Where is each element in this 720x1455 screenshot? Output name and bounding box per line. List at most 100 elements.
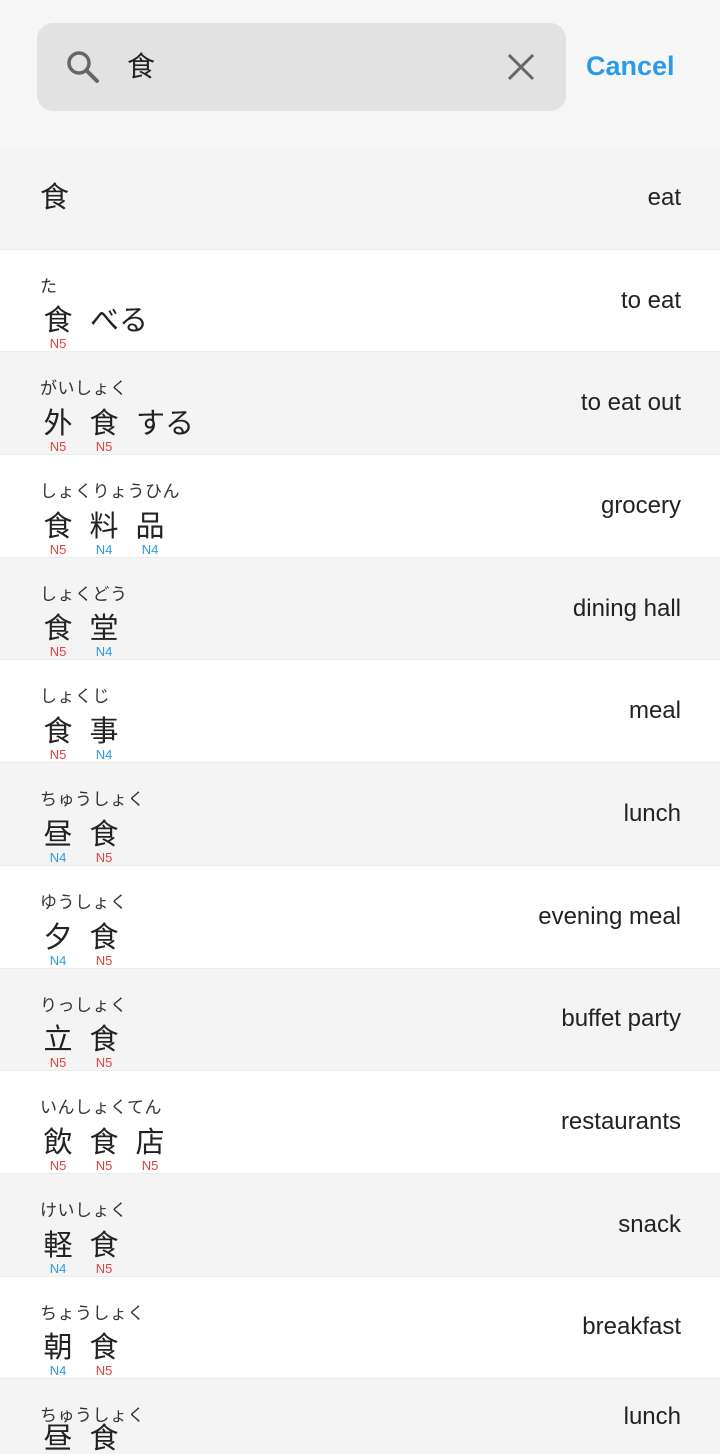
search-box[interactable]: 食 bbox=[37, 22, 566, 111]
jlpt-level-badge: N5 bbox=[95, 1157, 113, 1173]
furigana-reading: いんしょくてん bbox=[40, 1098, 162, 1119]
list-item[interactable]: しょくどう食 N5 堂 N4 dining hall bbox=[0, 557, 720, 661]
furigana-reading: た bbox=[40, 276, 58, 297]
kanji-char: 食 bbox=[43, 611, 73, 646]
word-term: ゆうしょく夕 N4 食 N5 bbox=[40, 866, 132, 968]
kanji-unit: 料 N4 bbox=[86, 510, 122, 557]
word-term: がいしょく外 N5 食 N5 する bbox=[40, 352, 194, 454]
results-list: 食 eat た食 N5 べる to eat がいしょく外 N5 食 N5 する to eat out し… bbox=[0, 147, 720, 1455]
jlpt-level-badge: N5 bbox=[49, 644, 67, 660]
list-item[interactable]: りっしょく立 N5 食 N5 buffet party bbox=[0, 968, 720, 1072]
kanji-char: 品 bbox=[135, 508, 165, 543]
search-icon bbox=[65, 49, 101, 85]
kanji-unit: 飲 N5 bbox=[40, 1126, 76, 1173]
kanji-unit: 食 N5 bbox=[86, 1229, 122, 1276]
meaning-text: buffet party bbox=[561, 1005, 681, 1033]
jlpt-level-badge: N4 bbox=[95, 644, 113, 660]
word-term: りっしょく立 N5 食 N5 bbox=[40, 969, 132, 1071]
search-input[interactable]: 食 bbox=[127, 23, 504, 111]
furigana-reading: ゆうしょく bbox=[40, 892, 128, 913]
list-item[interactable]: しょくじ食 N5 事 N4 meal bbox=[0, 660, 720, 764]
kanji-unit: 食 N5 bbox=[86, 1331, 122, 1378]
kanji-unit: 店 N5 bbox=[132, 1126, 168, 1173]
furigana-reading: ちょうしょく bbox=[40, 1303, 145, 1324]
furigana-reading: しょくどう bbox=[40, 584, 128, 605]
kanji-char: 店 bbox=[135, 1124, 165, 1159]
kanji-char: 食 bbox=[43, 714, 73, 749]
term-characters: 食 N5 事 N4 bbox=[40, 715, 132, 762]
term-characters: 外 N5 食 N5 する bbox=[40, 407, 194, 454]
list-item[interactable]: ちゅうしょく昼 N4 食 N5 lunch bbox=[0, 763, 720, 866]
jlpt-level-badge: N5 bbox=[49, 747, 67, 763]
kanji-unit: 品 N4 bbox=[132, 510, 168, 557]
furigana-reading: ちゅうしょく bbox=[40, 790, 145, 811]
list-item[interactable]: ちゅうしょく昼食 lunch bbox=[0, 1379, 720, 1455]
kanji-unit: 食 bbox=[86, 1422, 122, 1454]
meaning-text: lunch bbox=[623, 799, 681, 827]
kanji-char: 立 bbox=[43, 1022, 73, 1057]
kanji-char: 昼 bbox=[43, 816, 73, 851]
term-characters: 立 N5 食 N5 bbox=[40, 1023, 132, 1070]
furigana-reading: しょくじ bbox=[40, 687, 110, 708]
term-characters: 食 N5 料 N4 品 N4 bbox=[40, 510, 178, 557]
kanji-char: 食 bbox=[89, 1124, 119, 1159]
kanji-char: 外 bbox=[43, 406, 73, 441]
meaning-text: lunch bbox=[623, 1402, 681, 1430]
kanji-unit: 軽 N4 bbox=[40, 1229, 76, 1276]
kanji-char: 軽 bbox=[43, 1227, 73, 1262]
furigana-reading: ちゅうしょく bbox=[40, 1406, 145, 1427]
term-characters: 食 N5 べる bbox=[40, 304, 148, 351]
list-item[interactable]: けいしょく軽 N4 食 N5 snack bbox=[0, 1173, 720, 1277]
list-item[interactable]: 食 eat bbox=[0, 147, 720, 250]
list-item[interactable]: しょくりょうひん食 N5 料 N4 品 N4 grocery bbox=[0, 455, 720, 558]
list-item[interactable]: ゆうしょく夕 N4 食 N5 evening meal bbox=[0, 866, 720, 969]
kanji-unit: 昼 N4 bbox=[40, 818, 76, 865]
jlpt-level-badge: N5 bbox=[95, 849, 113, 865]
word-term: いんしょくてん飲 N5 食 N5 店 N5 bbox=[40, 1071, 178, 1173]
term-characters: 軽 N4 食 N5 bbox=[40, 1229, 132, 1276]
jlpt-level-badge: N4 bbox=[141, 541, 159, 557]
kanji-char: 食 bbox=[89, 1421, 119, 1455]
meaning-text: evening meal bbox=[538, 902, 681, 930]
meaning-text: to eat bbox=[620, 286, 681, 314]
list-item[interactable]: いんしょくてん飲 N5 食 N5 店 N5 restaurants bbox=[0, 1071, 720, 1174]
furigana-reading: しょくりょうひん bbox=[40, 482, 180, 503]
kanji-char: 昼 bbox=[43, 1421, 73, 1455]
list-item[interactable]: ちょうしょく朝 N4 食 N5 breakfast bbox=[0, 1277, 720, 1380]
list-item[interactable]: がいしょく外 N5 食 N5 する to eat out bbox=[0, 352, 720, 456]
kanji-unit: 朝 N4 bbox=[40, 1331, 76, 1378]
kanji-unit: 食 N5 bbox=[86, 1126, 122, 1173]
word-term: けいしょく軽 N4 食 N5 bbox=[40, 1174, 132, 1276]
furigana-reading: けいしょく bbox=[40, 1200, 128, 1221]
kanji-unit: 立 N5 bbox=[40, 1023, 76, 1070]
kanji-char: 夕 bbox=[43, 919, 73, 954]
term-characters: 昼 N4 食 N5 bbox=[40, 818, 132, 865]
close-icon[interactable] bbox=[504, 50, 538, 84]
jlpt-level-badge: N4 bbox=[49, 849, 67, 865]
jlpt-level-badge: N5 bbox=[95, 952, 113, 968]
kanji-unit: 外 N5 bbox=[40, 407, 76, 454]
word-term: しょくどう食 N5 堂 N4 bbox=[40, 558, 132, 660]
cancel-button[interactable]: Cancel bbox=[586, 43, 675, 90]
jlpt-level-badge: N5 bbox=[95, 1363, 113, 1379]
jlpt-level-badge: N4 bbox=[49, 952, 67, 968]
kanji-char: 食 bbox=[89, 406, 119, 441]
jlpt-level-badge: N5 bbox=[95, 1055, 113, 1071]
term-characters: 夕 N4 食 N5 bbox=[40, 921, 132, 968]
search-header: 食 Cancel bbox=[0, 0, 720, 147]
kanji-unit: 夕 N4 bbox=[40, 921, 76, 968]
jlpt-level-badge: N5 bbox=[49, 1157, 67, 1173]
kanji-unit: 食 N5 bbox=[40, 510, 76, 557]
kanji-char: 飲 bbox=[43, 1124, 73, 1159]
kanji-char: 食 bbox=[89, 1227, 119, 1262]
list-item[interactable]: た食 N5 べる to eat bbox=[0, 250, 720, 353]
furigana-reading: がいしょく bbox=[40, 379, 128, 400]
kanji-unit: 食 N5 bbox=[86, 407, 122, 454]
jlpt-level-badge: N5 bbox=[95, 439, 113, 455]
term-characters: 朝 N4 食 N5 bbox=[40, 1331, 132, 1378]
word-term: しょくりょうひん食 N5 料 N4 品 N4 bbox=[40, 455, 180, 557]
jlpt-level-badge: N5 bbox=[49, 541, 67, 557]
kanji-unit: 堂 N4 bbox=[86, 612, 122, 659]
jlpt-level-badge: N4 bbox=[95, 541, 113, 557]
jlpt-level-badge: N4 bbox=[95, 747, 113, 763]
